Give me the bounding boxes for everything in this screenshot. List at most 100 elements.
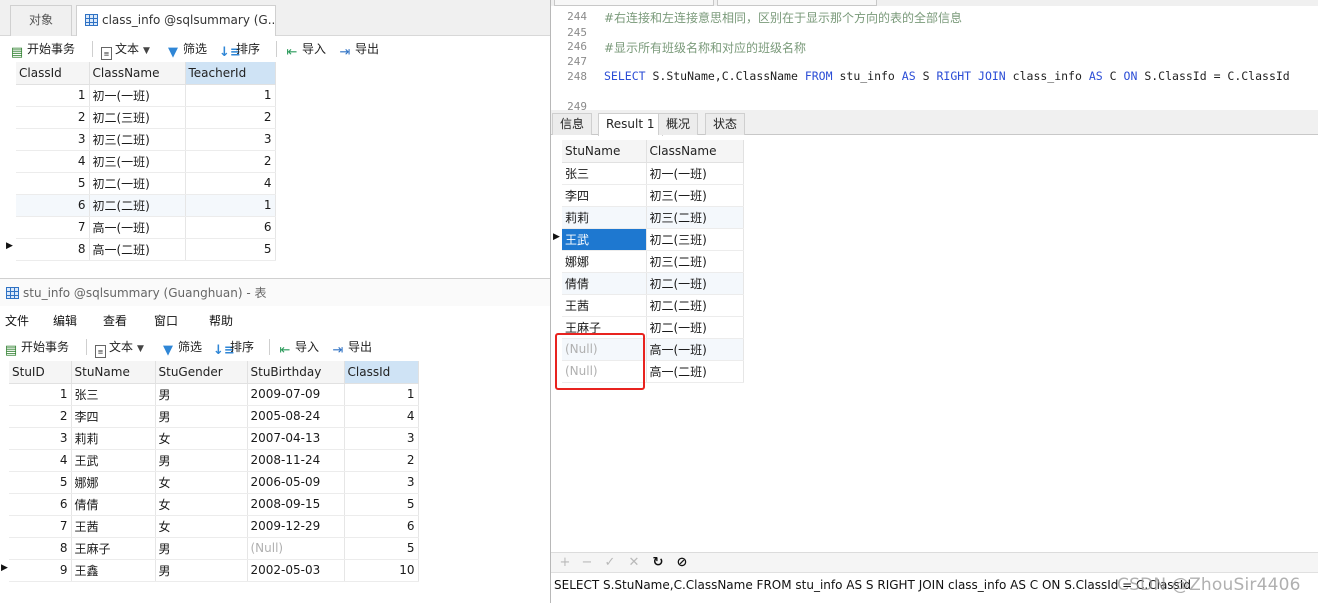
table-cell[interactable]: 王鑫 bbox=[71, 559, 156, 582]
table-cell[interactable]: 2009-12-29 bbox=[247, 515, 345, 538]
table-cell[interactable]: 2 bbox=[344, 449, 419, 472]
table-cell[interactable]: 莉莉 bbox=[71, 427, 156, 450]
table-cell[interactable]: 10 bbox=[344, 559, 419, 582]
table-cell[interactable]: 1 bbox=[9, 383, 72, 406]
table-row[interactable]: 7 高一(一班) 6 bbox=[16, 216, 276, 239]
tab-objects[interactable]: 对象 bbox=[10, 5, 72, 36]
table-cell[interactable]: 王武 bbox=[562, 228, 647, 251]
table-row[interactable]: 王武 初二(三班) bbox=[562, 228, 744, 251]
column-header-stubirthday[interactable]: StuBirthday bbox=[247, 361, 345, 384]
table-cell[interactable]: 7 bbox=[9, 515, 72, 538]
table-cell[interactable]: 4 bbox=[344, 405, 419, 428]
table-cell[interactable]: 张三 bbox=[562, 162, 647, 185]
table-row[interactable]: 9 王鑫男 2002-05-03 10 bbox=[9, 559, 419, 582]
table-row[interactable]: 8 王麻子男 (Null) 5 bbox=[9, 537, 419, 560]
table-cell[interactable]: 4 bbox=[16, 150, 90, 173]
table-cell[interactable]: 5 bbox=[344, 493, 419, 516]
table-cell[interactable]: (Null) bbox=[247, 537, 345, 560]
tab-info[interactable]: 信息 bbox=[552, 113, 593, 135]
table-cell[interactable]: 女 bbox=[155, 515, 248, 538]
column-header-classname[interactable]: ClassName bbox=[89, 62, 186, 85]
table-row[interactable]: 莉莉 初三(二班) bbox=[562, 206, 744, 229]
table-cell[interactable]: 初二(三班) bbox=[646, 228, 744, 251]
column-header-classname[interactable]: ClassName bbox=[646, 140, 744, 163]
table-row[interactable]: 8 高一(二班) 5 bbox=[16, 238, 276, 261]
table-cell[interactable]: 王武 bbox=[71, 449, 156, 472]
table-cell[interactable]: 4 bbox=[185, 172, 276, 195]
table-cell[interactable]: 女 bbox=[155, 427, 248, 450]
table-cell[interactable]: 初二(一班) bbox=[646, 316, 744, 339]
table-cell[interactable]: 初三(一班) bbox=[646, 184, 744, 207]
table-cell[interactable]: 5 bbox=[16, 172, 90, 195]
export-button[interactable]: ⇥ 导出 bbox=[331, 337, 372, 358]
sort-button[interactable]: ↓≡排序 bbox=[219, 39, 260, 60]
table-cell[interactable]: 男 bbox=[155, 537, 248, 560]
table-row[interactable]: 5 娜娜女 2006-05-09 3 bbox=[9, 471, 419, 494]
table-cell[interactable]: 3 bbox=[344, 471, 419, 494]
table-cell[interactable]: 初三(二班) bbox=[646, 250, 744, 273]
table-row[interactable]: 4 初三(一班) 2 bbox=[16, 150, 276, 173]
table-cell[interactable]: 5 bbox=[185, 238, 276, 261]
table-cell[interactable]: 初三(二班) bbox=[646, 206, 744, 229]
add-record-button[interactable]: + bbox=[557, 555, 573, 571]
table-cell[interactable]: 男 bbox=[155, 383, 248, 406]
table-cell[interactable]: 1 bbox=[344, 383, 419, 406]
table-cell[interactable]: 6 bbox=[16, 194, 90, 217]
table-cell[interactable]: 9 bbox=[9, 559, 72, 582]
text-dropdown-button[interactable]: ≡ 文本 ▼ bbox=[101, 39, 150, 60]
table-row[interactable]: 5 初二(一班) 4 bbox=[16, 172, 276, 195]
begin-transaction-button[interactable]: ▤ 开始事务 bbox=[4, 337, 69, 358]
tab-status[interactable]: 状态 bbox=[705, 113, 746, 135]
filter-button[interactable]: ▼ 筛选 bbox=[166, 39, 207, 60]
column-header-stuname[interactable]: StuName bbox=[562, 140, 647, 163]
column-header-stuname[interactable]: StuName bbox=[71, 361, 156, 384]
table-row[interactable]: 娜娜 初三(二班) bbox=[562, 250, 744, 273]
table-cell[interactable]: 女 bbox=[155, 493, 248, 516]
table-cell[interactable]: 初二(一班) bbox=[89, 172, 186, 195]
table-cell[interactable]: 5 bbox=[344, 537, 419, 560]
table-cell[interactable]: 2 bbox=[9, 405, 72, 428]
table-row[interactable]: 1 初一(一班) 1 bbox=[16, 84, 276, 107]
table-cell[interactable]: 莉莉 bbox=[562, 206, 647, 229]
table-row[interactable]: 2 初二(三班) 2 bbox=[16, 106, 276, 129]
table-cell[interactable]: 8 bbox=[16, 238, 90, 261]
table-cell[interactable]: 1 bbox=[16, 84, 90, 107]
table-cell[interactable]: 王茜 bbox=[71, 515, 156, 538]
table-cell[interactable]: 2 bbox=[185, 106, 276, 129]
table-cell[interactable]: 3 bbox=[16, 128, 90, 151]
table-row[interactable]: 李四 初三(一班) bbox=[562, 184, 744, 207]
sql-editor[interactable]: 244 #右连接和左连接意思相同，区别在于显示那个方向的表的全部信息 245 2… bbox=[551, 6, 1318, 110]
table-cell[interactable]: 娜娜 bbox=[562, 250, 647, 273]
table-cell[interactable]: 2009-07-09 bbox=[247, 383, 345, 406]
table-cell[interactable]: 初二(二班) bbox=[89, 194, 186, 217]
table-cell[interactable]: 1 bbox=[185, 84, 276, 107]
table-cell[interactable]: 初一(一班) bbox=[646, 162, 744, 185]
tab-profile[interactable]: 概况 bbox=[658, 113, 699, 135]
apply-changes-button[interactable]: ✓ bbox=[602, 555, 618, 571]
table-cell[interactable]: 高一(二班) bbox=[646, 360, 744, 383]
table-row[interactable]: 3 莉莉女 2007-04-13 3 bbox=[9, 427, 419, 450]
table-cell[interactable]: 8 bbox=[9, 537, 72, 560]
table-row[interactable]: 7 王茜女 2009-12-29 6 bbox=[9, 515, 419, 538]
table-cell[interactable]: 初二(二班) bbox=[646, 294, 744, 317]
refresh-button[interactable]: ↻ bbox=[650, 555, 666, 571]
table-cell[interactable]: 3 bbox=[185, 128, 276, 151]
stop-button[interactable]: ⊘ bbox=[674, 555, 690, 571]
table-cell[interactable]: 王麻子 bbox=[71, 537, 156, 560]
table-row[interactable]: 6 初二(二班) 1 bbox=[16, 194, 276, 217]
column-header-classid[interactable]: ClassId bbox=[16, 62, 90, 85]
table-cell[interactable]: 2007-04-13 bbox=[247, 427, 345, 450]
export-button[interactable]: ⇥ 导出 bbox=[338, 39, 379, 60]
table-cell[interactable]: 3 bbox=[9, 427, 72, 450]
menu-window[interactable]: 窗口 bbox=[154, 312, 178, 329]
table-cell[interactable]: 初一(一班) bbox=[89, 84, 186, 107]
table-cell[interactable]: 1 bbox=[185, 194, 276, 217]
table-cell[interactable]: 初三(一班) bbox=[89, 150, 186, 173]
begin-transaction-button[interactable]: ▤ 开始事务 bbox=[10, 39, 75, 60]
table-cell[interactable]: 李四 bbox=[71, 405, 156, 428]
table-cell[interactable]: 初二(一班) bbox=[646, 272, 744, 295]
table-row[interactable]: 1 张三男 2009-07-09 1 bbox=[9, 383, 419, 406]
table-cell[interactable]: 男 bbox=[155, 449, 248, 472]
menu-file[interactable]: 文件 bbox=[5, 312, 29, 329]
table-cell[interactable]: 4 bbox=[9, 449, 72, 472]
